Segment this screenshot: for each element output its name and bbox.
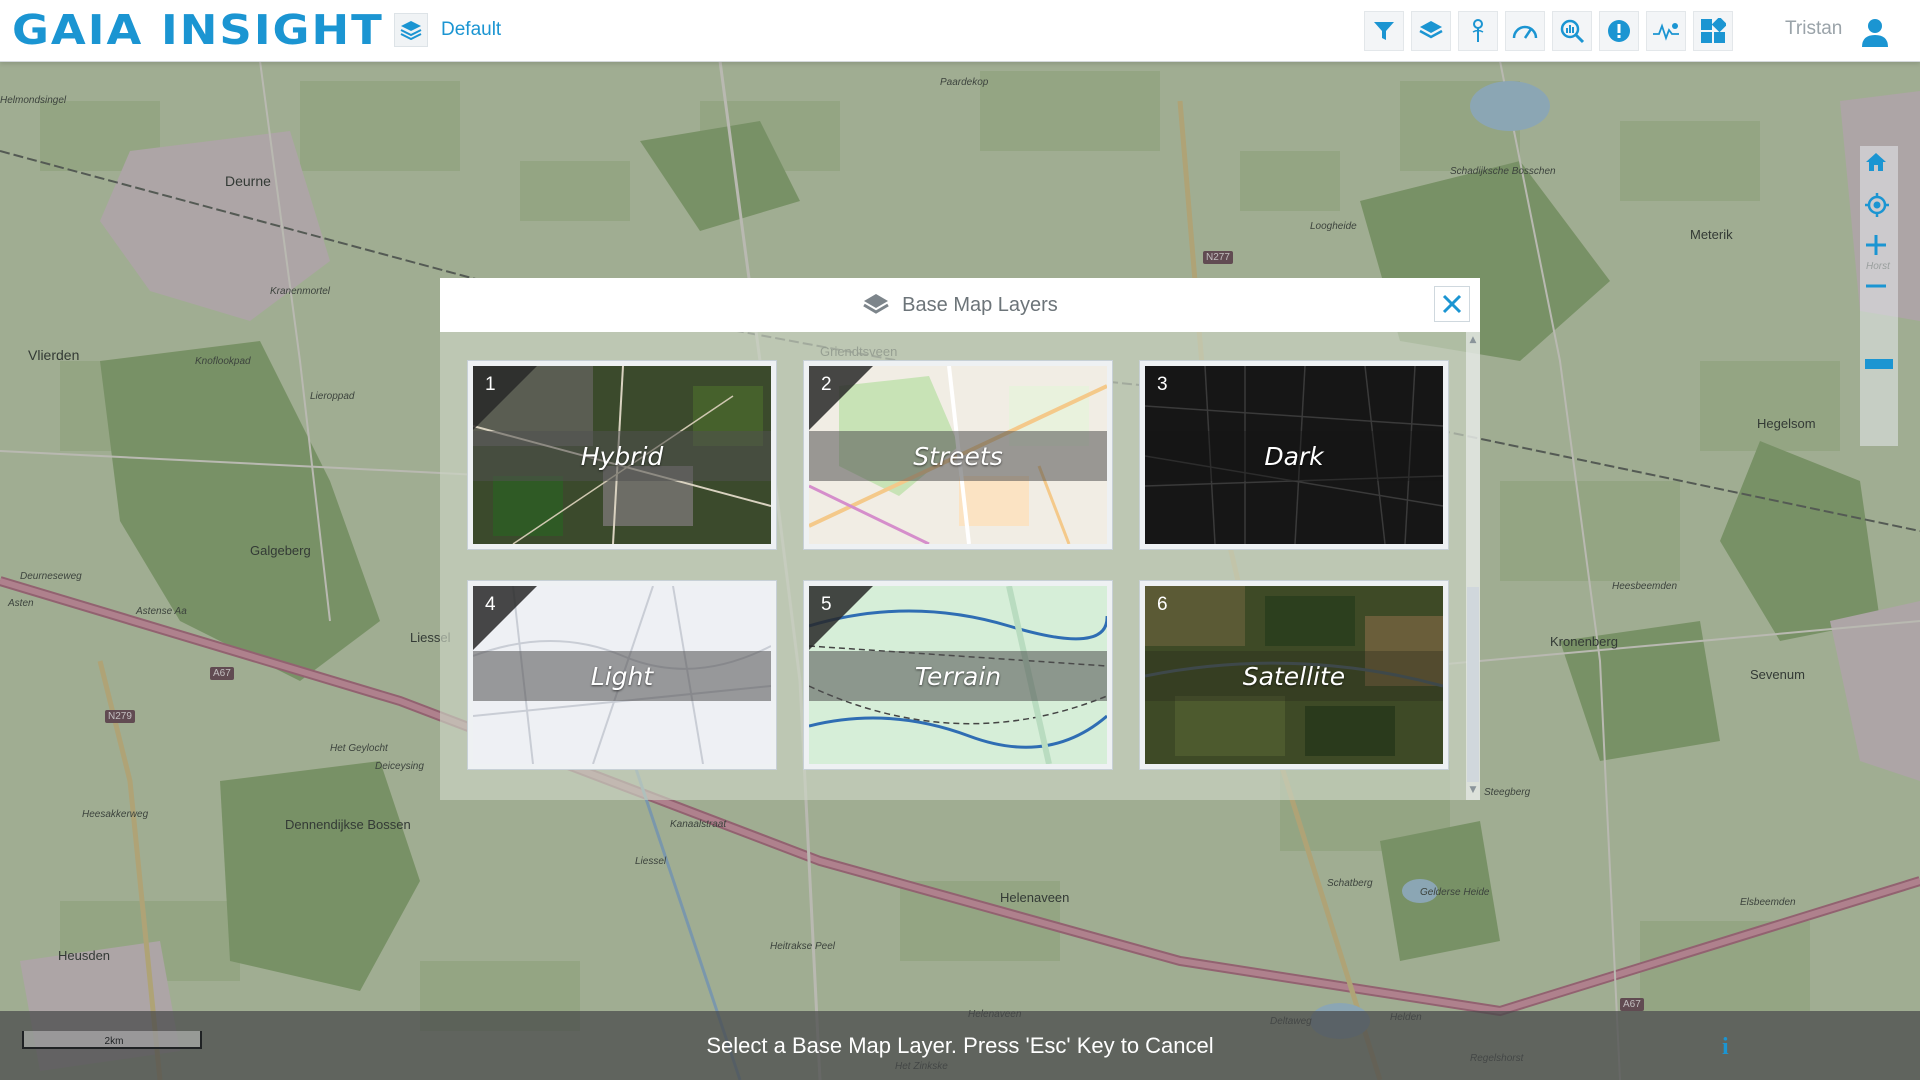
light-thumbnail: Light 4 xyxy=(473,586,771,764)
dialog-title: Base Map Layers xyxy=(902,293,1058,316)
tile-number: 6 xyxy=(1157,594,1168,615)
layers-icon xyxy=(863,294,889,314)
home-icon xyxy=(1866,153,1886,171)
tile-number: 5 xyxy=(821,594,832,615)
dark-thumbnail: Dark 3 xyxy=(1145,366,1443,544)
basemap-tile-satellite[interactable]: Satellite 6 xyxy=(1139,580,1449,770)
close-icon xyxy=(1442,294,1462,314)
terrain-thumbnail: Terrain 5 xyxy=(809,586,1107,764)
profile-selector[interactable]: Default xyxy=(394,13,501,47)
base-map-layers-dialog: Base Map Layers Hybrid 1 Streets 2 Dark … xyxy=(440,278,1480,800)
app-logo: GAIA INSIGHT xyxy=(12,5,384,54)
scroll-thumb[interactable] xyxy=(1467,587,1479,782)
basemap-tile-terrain[interactable]: Terrain 5 xyxy=(803,580,1113,770)
tile-label: Hybrid xyxy=(580,441,664,471)
pin-icon xyxy=(1472,19,1484,42)
layers-icon xyxy=(1419,21,1443,39)
tile-label-band: Streets xyxy=(809,431,1107,481)
locate-button[interactable] xyxy=(1864,192,1894,222)
satellite-thumbnail: Satellite 6 xyxy=(1145,586,1443,764)
tile-number: 1 xyxy=(485,374,496,395)
tile-label-band: Satellite xyxy=(1145,651,1443,701)
home-button[interactable] xyxy=(1864,151,1894,181)
filter-button[interactable] xyxy=(1364,11,1404,51)
tile-number: 3 xyxy=(1157,374,1168,395)
hybrid-thumbnail: Hybrid 1 xyxy=(473,366,771,544)
username-label: Tristan xyxy=(1785,18,1843,39)
dashboard-icon xyxy=(1701,18,1726,43)
tile-label: Streets xyxy=(913,441,1003,471)
zoom-out-button[interactable] xyxy=(1864,274,1894,304)
main-toolbar xyxy=(1364,11,1740,51)
layers-icon xyxy=(394,13,428,47)
dialog-header: Base Map Layers xyxy=(440,278,1480,332)
streets-thumbnail: Streets 2 xyxy=(809,366,1107,544)
analytics-button[interactable] xyxy=(1552,11,1592,51)
tile-label-band: Terrain xyxy=(809,651,1107,701)
dialog-scrollbar[interactable]: ▲ ▼ xyxy=(1466,332,1480,800)
zoom-in-icon xyxy=(1866,235,1886,255)
tile-number-corner xyxy=(809,586,873,650)
map-controls xyxy=(1860,146,1898,446)
zoom-in-button[interactable] xyxy=(1864,233,1894,263)
tile-label-band: Dark xyxy=(1145,431,1443,481)
status-message: Select a Base Map Layer. Press 'Esc' Key… xyxy=(706,1033,1214,1058)
info-button[interactable]: i xyxy=(1722,1034,1742,1060)
tile-label: Satellite xyxy=(1242,661,1346,691)
tile-number-corner xyxy=(473,366,537,430)
app-header: GAIA INSIGHT Default Tristan xyxy=(0,0,1920,62)
tile-label-band: Light xyxy=(473,651,771,701)
locate-icon xyxy=(1865,193,1889,217)
user-menu-button[interactable] xyxy=(1855,12,1895,52)
tile-label: Terrain xyxy=(914,661,1002,691)
user-icon xyxy=(1862,19,1888,47)
alerts-button[interactable] xyxy=(1599,11,1639,51)
gauge-icon xyxy=(1512,25,1538,39)
tile-number-corner xyxy=(473,586,537,650)
tile-number-corner xyxy=(809,366,873,430)
signal-icon xyxy=(1653,23,1679,41)
dashboard-button[interactable] xyxy=(1693,11,1733,51)
tile-number: 2 xyxy=(821,374,832,395)
zoom-out-icon xyxy=(1866,284,1886,288)
filter-icon xyxy=(1374,22,1394,40)
tile-label: Dark xyxy=(1264,441,1324,471)
tile-number: 4 xyxy=(485,594,496,615)
signal-button[interactable] xyxy=(1646,11,1686,51)
alert-icon xyxy=(1608,20,1630,42)
tile-label-band: Hybrid xyxy=(473,431,771,481)
basemap-tile-hybrid[interactable]: Hybrid 1 xyxy=(467,360,777,550)
profile-label: Default xyxy=(441,19,502,40)
close-button[interactable] xyxy=(1434,286,1470,322)
scroll-up-icon[interactable]: ▲ xyxy=(1467,334,1479,346)
basemap-tile-streets[interactable]: Streets 2 xyxy=(803,360,1113,550)
basemap-tile-dark[interactable]: Dark 3 xyxy=(1139,360,1449,550)
gauge-button[interactable] xyxy=(1505,11,1545,51)
analytics-icon xyxy=(1560,19,1585,44)
basemap-tile-light[interactable]: Light 4 xyxy=(467,580,777,770)
tile-label: Light xyxy=(590,661,654,691)
status-bar: 2km Select a Base Map Layer. Press 'Esc'… xyxy=(0,1011,1920,1080)
scroll-down-icon[interactable]: ▼ xyxy=(1467,784,1479,796)
layers-button[interactable] xyxy=(1411,11,1451,51)
zoom-slider-handle[interactable] xyxy=(1864,356,1894,372)
pin-button[interactable] xyxy=(1458,11,1498,51)
